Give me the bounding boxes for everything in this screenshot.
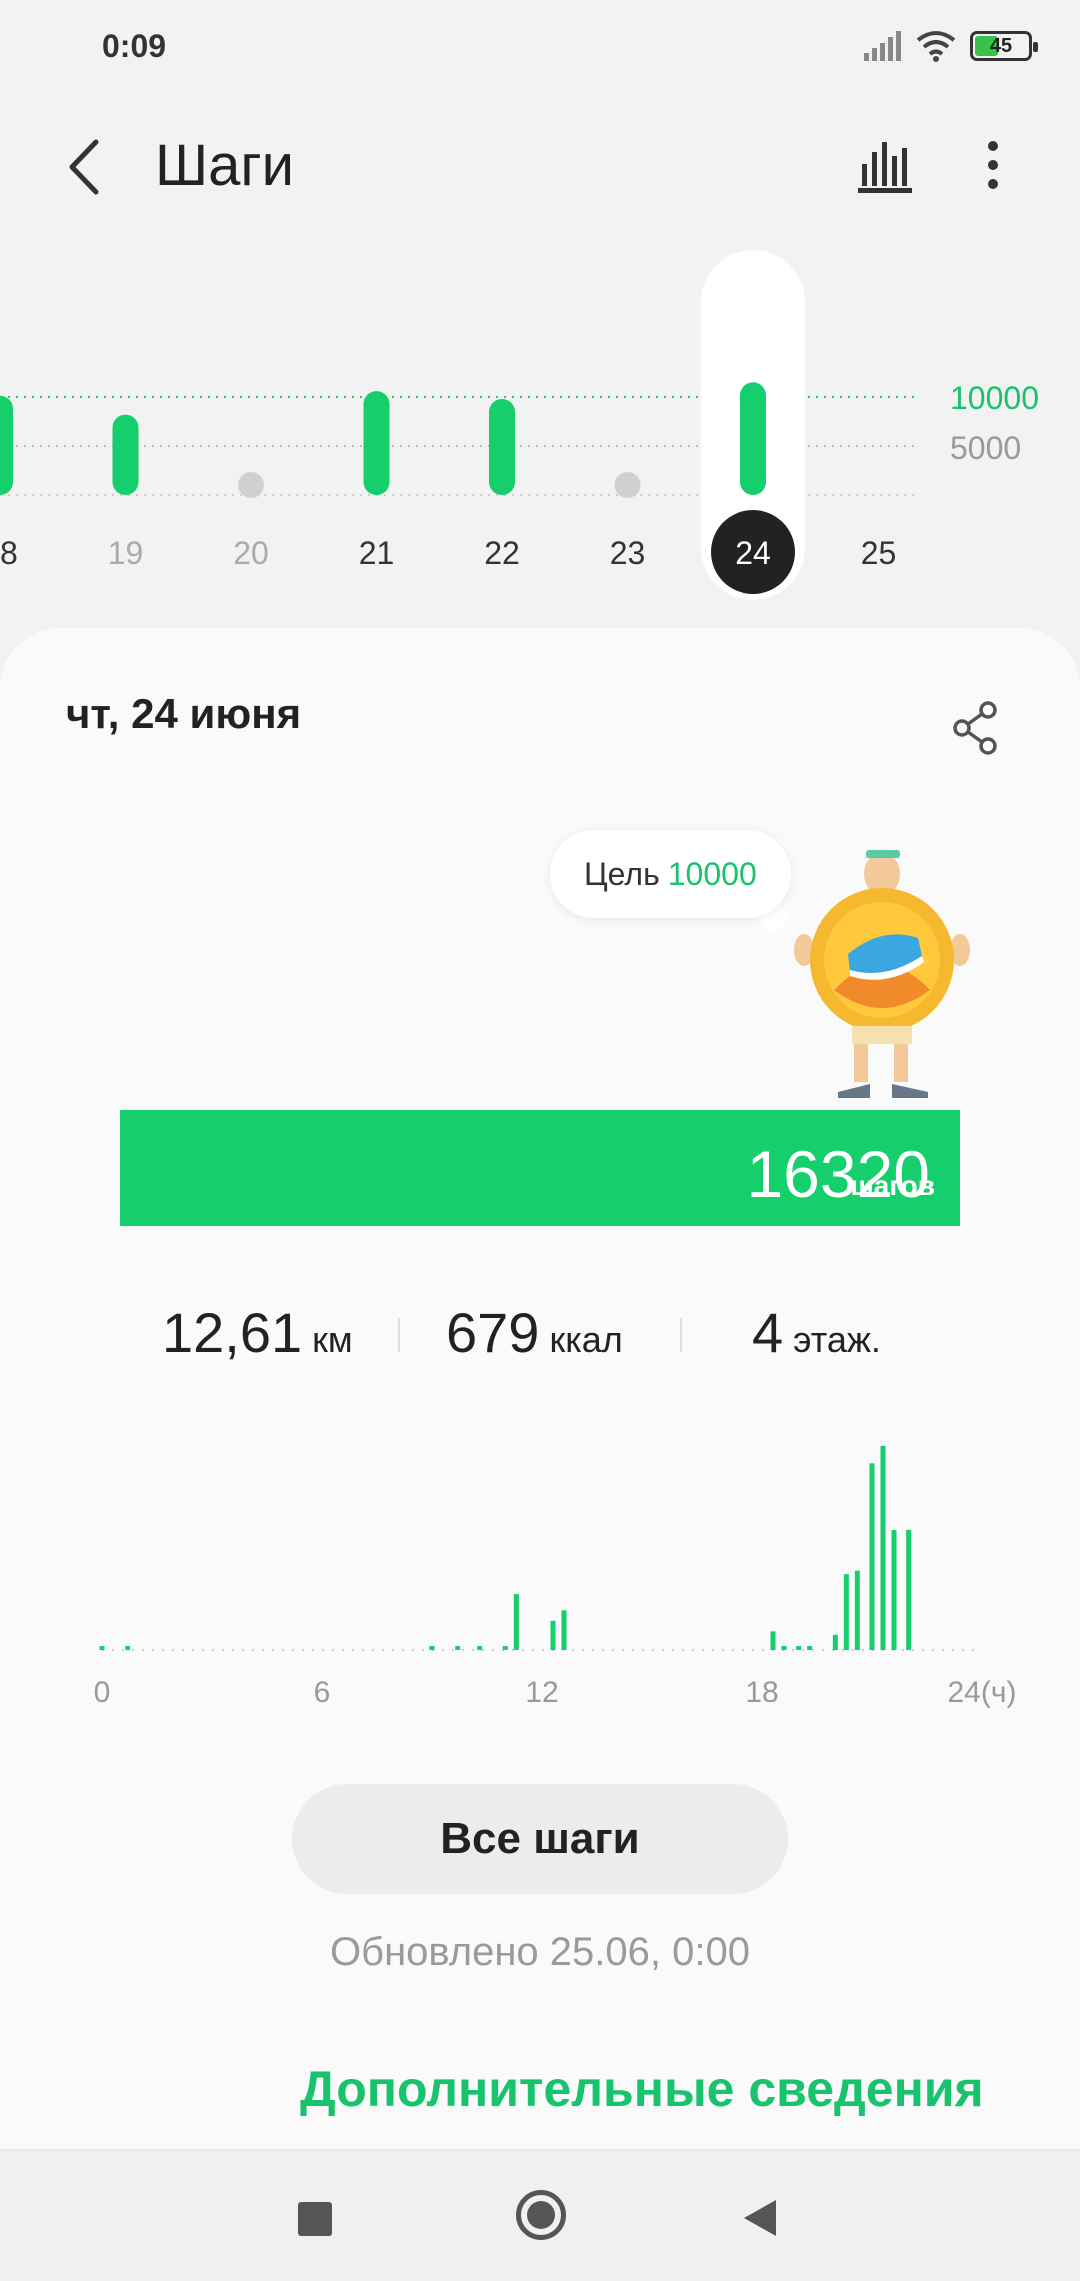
half-goal-line-label: 5000 [950,430,1022,466]
hour-bar [455,1646,461,1650]
goal-text: Цель [584,855,660,892]
date-title: чт, 24 июня [66,690,302,737]
x-tick-label: 18 [745,1676,778,1709]
hour-bar [99,1646,105,1650]
day-empty-dot[interactable] [238,472,264,498]
day-label[interactable]: 18 [0,535,18,571]
day-label[interactable]: 21 [359,535,395,571]
calories-value: 679 [446,1301,540,1364]
bar-chart-icon[interactable] [854,134,916,196]
floors-value: 4 [752,1301,784,1364]
wifi-icon [916,31,956,62]
day-empty-dot[interactable] [614,472,641,498]
hour-bar [550,1620,556,1650]
day-bar[interactable] [740,382,766,495]
page-title: Шаги [155,133,294,198]
achievement-mascot-icon [794,849,970,1098]
day-label[interactable]: 25 [861,535,897,571]
back-triangle-icon[interactable] [744,2200,776,2236]
floors-metric: 4 этаж. [752,1300,881,1370]
x-tick-label: 0 [94,1676,111,1709]
x-tick-label: 12 [525,1676,558,1709]
week-steps-chart[interactable]: 18 19 20 21 22 23 24 25 [0,250,1080,620]
hour-bar [770,1631,776,1650]
day-bar[interactable] [112,414,139,495]
home-icon-center [527,2201,555,2229]
hour-bar [477,1646,483,1650]
metric-divider [680,1318,682,1352]
hourly-steps-chart: 0 6 12 18 24(ч) [94,1445,1017,1709]
x-tick-label: 6 [314,1676,331,1709]
hour-bar [781,1646,787,1650]
day-bar[interactable] [489,398,515,495]
hour-bar [906,1529,912,1650]
day-label[interactable]: 24 [735,535,771,571]
status-time: 0:09 [102,28,167,64]
updated-timestamp: Обновлено 25.06, 0:00 [330,1930,750,1974]
metric-divider [398,1318,400,1352]
distance-metric: 12,61 км [162,1300,353,1370]
day-label[interactable]: 20 [233,535,269,571]
day-bar[interactable] [363,391,390,495]
goal-line-label: 10000 [950,380,1039,416]
hour-bar [891,1529,897,1650]
status-icons: 45 [862,26,1038,66]
day-label[interactable]: 19 [108,535,144,571]
calories-unit: ккал [549,1319,623,1360]
hour-bar [561,1610,567,1650]
hour-bar [854,1570,860,1650]
more-vertical-icon[interactable] [968,134,1018,196]
more-info-link[interactable]: Дополнительные сведения [300,2060,984,2118]
hour-bar [125,1646,131,1650]
distance-value: 12,61 [162,1301,303,1364]
x-tick-label: 24(ч) [948,1676,1017,1709]
hour-bar [796,1646,802,1650]
distance-unit: км [312,1319,353,1360]
calories-metric: 679 ккал [446,1300,623,1370]
hour-bar [832,1634,838,1650]
back-arrow-icon[interactable] [60,132,110,202]
steps-unit: шагов [850,1170,935,1201]
day-label[interactable]: 22 [484,535,520,571]
hour-bar [502,1646,508,1650]
hour-bar [807,1646,813,1650]
day-label[interactable]: 23 [610,535,646,571]
goal-bubble: Цель 10000 [550,830,791,918]
hour-bar [843,1574,849,1650]
hour-bar [429,1646,435,1650]
goal-value: 10000 [667,855,757,892]
day-bar[interactable] [0,395,13,495]
share-icon[interactable] [950,700,1002,756]
recents-icon[interactable] [298,2202,332,2236]
signal-icon [864,31,901,61]
all-steps-button[interactable]: Все шаги [292,1784,788,1894]
hour-bar [869,1463,875,1650]
floors-unit: этаж. [793,1319,881,1360]
battery-icon: 45 [970,31,1038,61]
hour-bar [513,1594,519,1650]
hour-bar [880,1445,886,1650]
battery-level: 45 [989,35,1013,57]
